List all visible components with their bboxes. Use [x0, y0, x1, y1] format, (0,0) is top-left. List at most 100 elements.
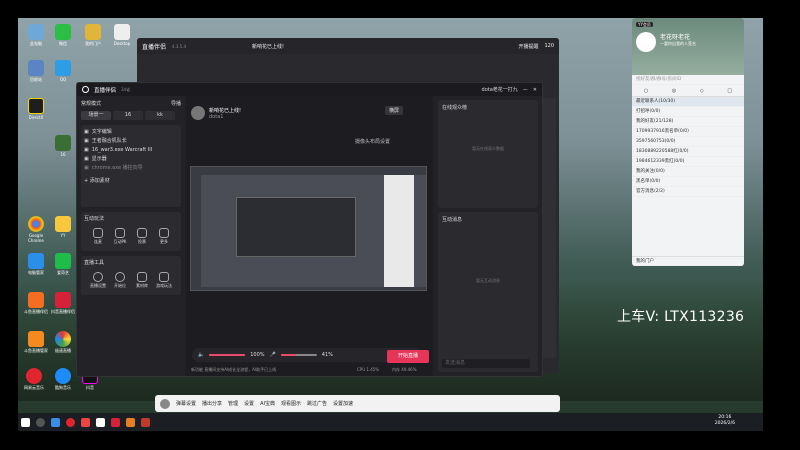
desktop-icon[interactable]: 极速直播 [51, 331, 75, 353]
source-item[interactable]: ▣ 显示器 [84, 155, 178, 164]
mode-select[interactable]: 常规模式 [81, 100, 101, 107]
import-button[interactable]: 导播 [171, 100, 181, 107]
mic-icon[interactable]: 🎤 [270, 352, 276, 358]
source-item[interactable]: ▣ 文字编辑 [84, 128, 178, 137]
interact-item[interactable]: 互动PK [110, 228, 130, 245]
toolbar-item[interactable]: 弹幕设置 [176, 400, 196, 407]
bg-side-strip [542, 98, 556, 358]
camera-layout-button[interactable]: 摄像头布局设置 [355, 138, 390, 145]
desktop-icon[interactable]: 我的门户 [81, 24, 105, 46]
toolbar-item[interactable]: 播出分享 [202, 400, 222, 407]
bg-remind-button[interactable]: 开播提醒 [518, 43, 538, 50]
toolbar-item[interactable]: 设置加速 [333, 400, 353, 407]
taskview-icon[interactable] [51, 417, 60, 427]
desktop-icon[interactable]: 电脑管家 [24, 253, 48, 275]
desktop-icon[interactable]: 16 [51, 135, 75, 157]
contacts-search[interactable]: 找好友/群/群号/房间ID [632, 75, 744, 85]
taskbar-live-icon[interactable] [111, 417, 120, 427]
tool-item[interactable]: 游戏玩法 [154, 272, 174, 289]
landscape-toggle[interactable]: 横屏 [385, 106, 404, 115]
contact-group[interactable]: 我的好友(21/128) [632, 117, 744, 127]
toolbar-item[interactable]: 设置 [244, 400, 254, 407]
go-live-button[interactable]: 开始直播 [387, 350, 429, 363]
profile-avatar[interactable] [636, 32, 656, 52]
source-item[interactable]: ▣ 16_war3.exe Warcraft III [84, 146, 178, 155]
contact-group[interactable]: 官方消息(2/2) [632, 187, 744, 197]
taskbar-music-icon[interactable] [66, 417, 75, 427]
live-companion-window[interactable]: 直播伴侣 34省 dota老花一打九 — ✕ 常规模式 导播 场景一 16 kk ▣… [76, 82, 543, 377]
interact-panel: 互动玩法 连麦 互动PK 投票 更多 [81, 212, 181, 251]
system-clock[interactable]: 20:16 2026/2/6 [715, 415, 735, 427]
group-tab-icon[interactable]: ◇ [700, 88, 704, 94]
bottom-toolbar: 弹幕设置 播出分享 管理 设置 AI宝典 观看图示 跳过广告 设置加速 [155, 395, 560, 412]
contact-group[interactable]: 1709937916黑名单(0/0) [632, 127, 744, 137]
minimize-icon[interactable]: — [523, 87, 528, 93]
add-source-button[interactable]: + 添加素材 [84, 177, 178, 186]
contact-group[interactable]: 1830889220588红(0/0) [632, 147, 744, 157]
search-icon[interactable] [36, 417, 45, 427]
interact-item[interactable]: 投票 [132, 228, 152, 245]
app-title: 直播伴侣 [94, 87, 117, 94]
contact-group[interactable]: 黑名单(0/0) [632, 177, 744, 187]
contacts-window[interactable]: YY会员 老花呀老花 一要你自我的人签名 找好友/群/群号/房间ID ○ ◎ ◇ □ … [632, 18, 744, 266]
desktop-icon[interactable]: 爱奇艺 [51, 253, 75, 275]
scene-tab[interactable]: 场景一 [81, 111, 111, 120]
toolbar-item[interactable]: AI宝典 [260, 400, 275, 407]
user-label[interactable]: dota老花一打九 [482, 86, 518, 93]
tool-item[interactable]: 开始位 [110, 272, 130, 289]
window-icon: ▣ [84, 147, 89, 153]
mic-volume-slider[interactable] [280, 354, 317, 356]
vote-icon [137, 228, 147, 238]
desktop-icon[interactable]: 酷狗音乐 [51, 368, 75, 390]
desktop-icon[interactable]: YY [51, 216, 75, 238]
taskbar-app-icon[interactable] [141, 417, 150, 427]
desktop-icon[interactable]: 网易云音乐 [22, 368, 46, 390]
interact-item[interactable]: 连麦 [88, 228, 108, 245]
room-tab-icon[interactable]: □ [727, 88, 732, 94]
source-item[interactable]: ▣ chrome.exe 播控向导 [84, 164, 178, 173]
room-title[interactable]: 新响花已上线! [209, 107, 241, 114]
desktop-icon[interactable]: QQ [51, 60, 75, 82]
status-text: 新功能 直播间支持AI成长全流程，AI助手已上线 [191, 367, 277, 372]
desktop-icon[interactable]: 斗鱼直播管家 [24, 331, 48, 353]
close-icon[interactable]: ✕ [533, 87, 537, 93]
contacts-footer[interactable]: 我的门户 [632, 256, 744, 266]
source-item[interactable]: ▣ 王者融合机队长 [84, 137, 178, 146]
desktop-icon[interactable]: 斗鱼直播伴侣 [24, 292, 48, 314]
desktop-volume-slider[interactable] [209, 354, 246, 356]
toolbar-item[interactable]: 观看图示 [281, 400, 301, 407]
taskbar-app-icon[interactable] [96, 417, 105, 427]
taskbar-app-icon[interactable] [126, 417, 135, 427]
toolbar-item[interactable]: 管理 [228, 400, 238, 407]
contact-group[interactable]: 我的关注(0/0) [632, 167, 744, 177]
interact-item[interactable]: 更多 [154, 228, 174, 245]
desktop-icon[interactable]: DirectX [24, 98, 48, 120]
stream-preview[interactable] [190, 166, 427, 291]
contact-group[interactable]: 打招呼(0/0) [632, 107, 744, 117]
contact-group[interactable]: 1984612339黑红(0/0) [632, 157, 744, 167]
tool-item[interactable]: 直播设置 [88, 272, 108, 289]
chrome-icon [28, 216, 44, 232]
message-input[interactable]: 发送消息 [442, 359, 530, 368]
contact-group[interactable]: 3597560753(0/0) [632, 137, 744, 147]
desktop-icon[interactable]: 此电脑 [24, 24, 48, 46]
desktop-icon[interactable]: 微信 [51, 24, 75, 46]
desktop-icon[interactable]: Google Chrome [24, 216, 48, 243]
preview-side-window [384, 175, 414, 287]
bg-title-bar: 直播伴侣 4.3.5.4 新响花已上线! 开播提醒 120 [137, 38, 559, 54]
desktop-icon[interactable]: Desktop [110, 24, 134, 46]
contact-tab-icon[interactable]: ◎ [672, 88, 676, 94]
toolbar-item[interactable]: 跳过广告 [307, 400, 327, 407]
speaker-icon[interactable]: 🔈 [198, 352, 204, 358]
chat-tab-icon[interactable]: ○ [644, 88, 648, 94]
desktop-icon[interactable]: 抖音直播伴侣 [51, 292, 75, 314]
tool-item[interactable]: 素材库 [132, 272, 152, 289]
scene-tab[interactable]: kk [145, 111, 175, 120]
taskbar-app-icon[interactable] [81, 417, 90, 427]
scene-tab[interactable]: 16 [113, 111, 143, 120]
toolbar-avatar[interactable] [160, 398, 170, 409]
avatar[interactable] [191, 106, 205, 120]
start-icon[interactable] [21, 417, 30, 427]
desktop-icon[interactable]: 回收站 [24, 60, 48, 82]
contact-group[interactable]: 最近联系人(10/30) [632, 97, 744, 107]
